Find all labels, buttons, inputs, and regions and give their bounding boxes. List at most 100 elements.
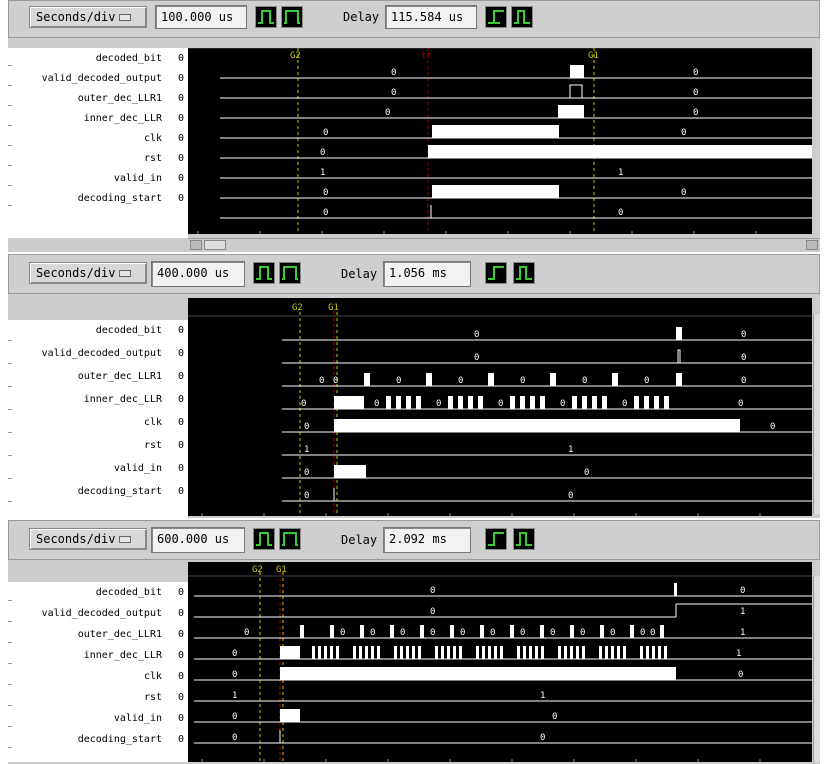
delay-field[interactable]: 1.056 ms [383, 261, 471, 287]
row-tick [8, 455, 12, 456]
signal-row[interactable]: decoding_start 0 [8, 188, 188, 208]
waveform-display: G2 G1 000000000000000000000110000 [188, 298, 812, 516]
trace-pulse [416, 396, 421, 409]
seconds-div-field[interactable]: 600.000 us [151, 527, 245, 553]
signal-name: decoding_start [77, 734, 162, 745]
negative-pulse-icon[interactable] [279, 262, 301, 284]
trace-value-label: 0 [430, 628, 435, 638]
trace-value-label: 0 [693, 68, 698, 78]
horizontal-scrollbar[interactable] [188, 238, 820, 250]
trace-value-label: 1 [232, 691, 237, 701]
trace-value-label: 0 [693, 88, 698, 98]
trace-pulse [330, 646, 333, 659]
seconds-div-dropdown[interactable]: Seconds/div [29, 528, 147, 550]
trace-pulse [300, 625, 304, 638]
waveform-panel-2: Seconds/div 400.000 us Delay 1.056 ms de… [8, 254, 820, 518]
trace-value-label: 1 [618, 168, 623, 178]
signal-value: 0 [177, 629, 184, 640]
trace-value-label: 0 [304, 468, 309, 478]
signal-row[interactable]: valid_in 0 [8, 168, 188, 188]
signal-row[interactable]: valid_in 0 [8, 708, 188, 729]
positive-pulse-icon[interactable] [253, 262, 275, 284]
signal-row[interactable]: clk 0 [8, 128, 188, 148]
signal-row[interactable]: valid_decoded_output 0 [8, 603, 188, 624]
positive-edge-icon[interactable] [485, 6, 507, 28]
negative-edge-icon[interactable] [513, 262, 535, 284]
trace-pulse [611, 646, 614, 659]
trace-pulse [644, 396, 649, 409]
signal-value: 0 [177, 133, 184, 144]
trace-pulse [569, 84, 583, 98]
vertical-scrollbar[interactable] [813, 314, 820, 514]
trace-pulse [334, 396, 364, 409]
trace-pulse [412, 646, 415, 659]
signal-row[interactable]: decoded_bit 0 [8, 48, 188, 68]
signal-row[interactable]: inner_dec_LLR 0 [8, 645, 188, 666]
negative-pulse-icon[interactable] [279, 528, 301, 550]
positive-pulse-icon[interactable] [255, 6, 277, 28]
trace-value-label: 0 [741, 376, 746, 386]
signal-row[interactable]: decoded_bit 0 [8, 320, 188, 343]
waveform-svg: G2 G1 0 00 00 0 0 0 0 0 000 0 0 0 0 0 00 01 10 00 0 [188, 303, 812, 516]
signal-value: 0 [177, 113, 184, 124]
signal-row[interactable]: decoding_start 0 [8, 481, 188, 504]
delay-field[interactable]: 2.092 ms [383, 527, 471, 553]
signal-value: 0 [177, 93, 184, 104]
trace-pulse [605, 646, 608, 659]
signal-row[interactable]: decoding_start 0 [8, 729, 188, 750]
scroll-left-icon[interactable] [190, 240, 202, 250]
signal-row[interactable]: outer_dec_LLR1 0 [8, 88, 188, 108]
trace-value-label: 0 [520, 628, 525, 638]
trace-pulse [570, 625, 574, 638]
signal-row[interactable]: clk 0 [8, 412, 188, 435]
trace-pulse [494, 646, 497, 659]
scroll-right-icon[interactable] [806, 240, 818, 250]
trace-value-label: 0 [740, 586, 745, 596]
trace-pulse [646, 646, 649, 659]
trace-value-label: 1 [304, 445, 309, 455]
seconds-div-field[interactable]: 400.000 us [151, 261, 245, 287]
trace-value-label: 1 [740, 628, 745, 638]
signal-row[interactable]: inner_dec_LLR 0 [8, 108, 188, 128]
trace-value-label: 0 [681, 128, 686, 138]
cursor-label-g2: G2 [290, 51, 301, 61]
trace-pulse [394, 646, 397, 659]
trace-value-label: 1 [320, 168, 325, 178]
delay-field[interactable]: 115.584 us [385, 5, 477, 29]
signal-row[interactable]: outer_dec_LLR1 0 [8, 366, 188, 389]
negative-edge-icon[interactable] [513, 528, 535, 550]
signal-value: 0 [177, 394, 184, 405]
trace-value-label: 0 [640, 628, 645, 638]
positive-pulse-icon[interactable] [253, 528, 275, 550]
positive-edge-icon[interactable] [485, 528, 507, 550]
trace-value-label: 1 [568, 445, 573, 455]
delay-label: Delay [341, 533, 378, 547]
signal-row[interactable]: inner_dec_LLR 0 [8, 389, 188, 412]
signal-row[interactable]: rst 0 [8, 148, 188, 168]
signal-row[interactable]: valid_decoded_output 0 [8, 68, 188, 88]
scroll-thumb[interactable] [204, 240, 226, 250]
trace-value-label: 0 [622, 399, 627, 409]
cursor-label-trigger: tr [421, 51, 432, 61]
negative-pulse-icon[interactable] [281, 6, 303, 28]
seconds-div-dropdown[interactable]: Seconds/div [29, 262, 147, 284]
trace-pulse [476, 646, 479, 659]
signal-row[interactable]: valid_in 0 [8, 458, 188, 481]
positive-edge-icon[interactable] [485, 262, 507, 284]
trace-pulse [654, 396, 659, 409]
signal-row[interactable]: valid_decoded_output 0 [8, 343, 188, 366]
signal-row[interactable]: outer_dec_LLR1 0 [8, 624, 188, 645]
row-tick [8, 165, 12, 166]
signal-name: valid_decoded_output [41, 348, 162, 359]
signal-row[interactable]: decoded_bit 0 [8, 582, 188, 603]
trace-pulse [447, 646, 450, 659]
signal-row[interactable]: clk 0 [8, 666, 188, 687]
vertical-scrollbar[interactable] [813, 576, 820, 762]
trace-pulse [435, 646, 438, 659]
seconds-div-dropdown[interactable]: Seconds/div [29, 6, 147, 28]
negative-edge-icon[interactable] [511, 6, 533, 28]
seconds-div-field[interactable]: 100.000 us [155, 5, 247, 29]
signal-row[interactable]: rst 0 [8, 435, 188, 458]
signal-row[interactable]: rst 0 [8, 687, 188, 708]
trace-pulse [360, 625, 364, 638]
